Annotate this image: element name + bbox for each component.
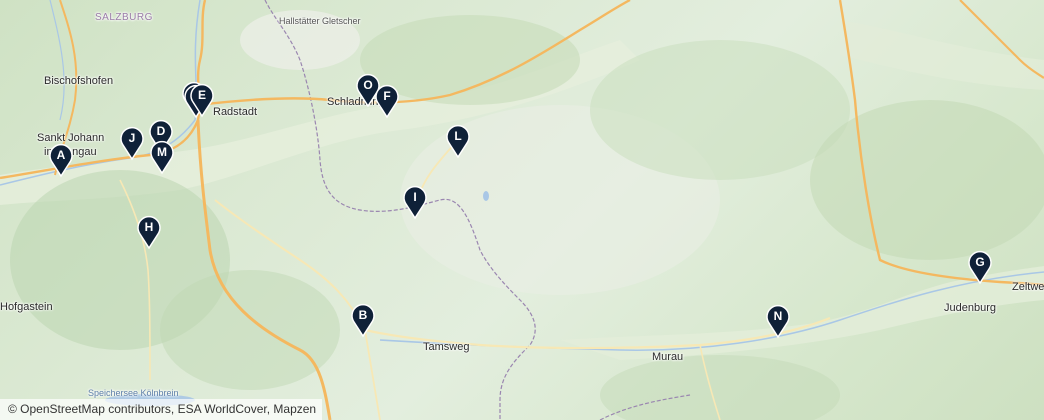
map-marker-e[interactable]: E	[189, 83, 215, 118]
marker-label: L	[454, 129, 462, 143]
map-marker-n[interactable]: N	[765, 304, 791, 339]
marker-label: D	[156, 124, 166, 138]
marker-label: M	[157, 145, 167, 159]
map-view[interactable]: SALZBURG Hallstätter Gletscher Bischofsh…	[0, 0, 1044, 420]
terrain-layer	[0, 0, 1044, 420]
map-marker-m[interactable]: M	[149, 140, 175, 175]
place-label-bischofshofen: Bischofshofen	[44, 75, 114, 87]
place-label-hallstaetter-gletscher: Hallstätter Gletscher	[279, 16, 361, 26]
map-attribution[interactable]: © OpenStreetMap contributors, ESA WorldC…	[0, 399, 323, 420]
place-label-murau: Murau	[652, 351, 684, 363]
place-label-zeltweg: Zeltweg	[1012, 281, 1044, 293]
marker-label: G	[975, 255, 985, 269]
map-marker-f[interactable]: F	[374, 84, 400, 119]
place-label-judenburg: Judenburg	[944, 302, 996, 314]
water-label-koelnbrein: Speichersee Kölnbrein	[88, 388, 179, 398]
map-marker-i[interactable]: I	[402, 185, 428, 220]
map-marker-b[interactable]: B	[350, 303, 376, 338]
region-label-salzburg: SALZBURG	[95, 12, 153, 23]
map-marker-j[interactable]: J	[119, 126, 145, 161]
marker-label: B	[358, 308, 368, 322]
marker-label: J	[128, 131, 136, 145]
marker-label: N	[773, 309, 783, 323]
map-marker-h[interactable]: H	[136, 215, 162, 250]
map-marker-g[interactable]: G	[967, 250, 993, 285]
marker-label: H	[144, 220, 154, 234]
marker-label: F	[383, 89, 391, 103]
marker-label: I	[413, 190, 417, 204]
place-label-radstadt: Radstadt	[213, 106, 258, 118]
map-marker-l[interactable]: L	[445, 124, 471, 159]
place-label-tamsweg: Tamsweg	[423, 341, 470, 353]
marker-label: A	[56, 148, 66, 162]
place-label-hofgastein: Hofgastein	[0, 301, 53, 313]
map-marker-a[interactable]: A	[48, 143, 74, 178]
marker-label: E	[197, 88, 206, 102]
